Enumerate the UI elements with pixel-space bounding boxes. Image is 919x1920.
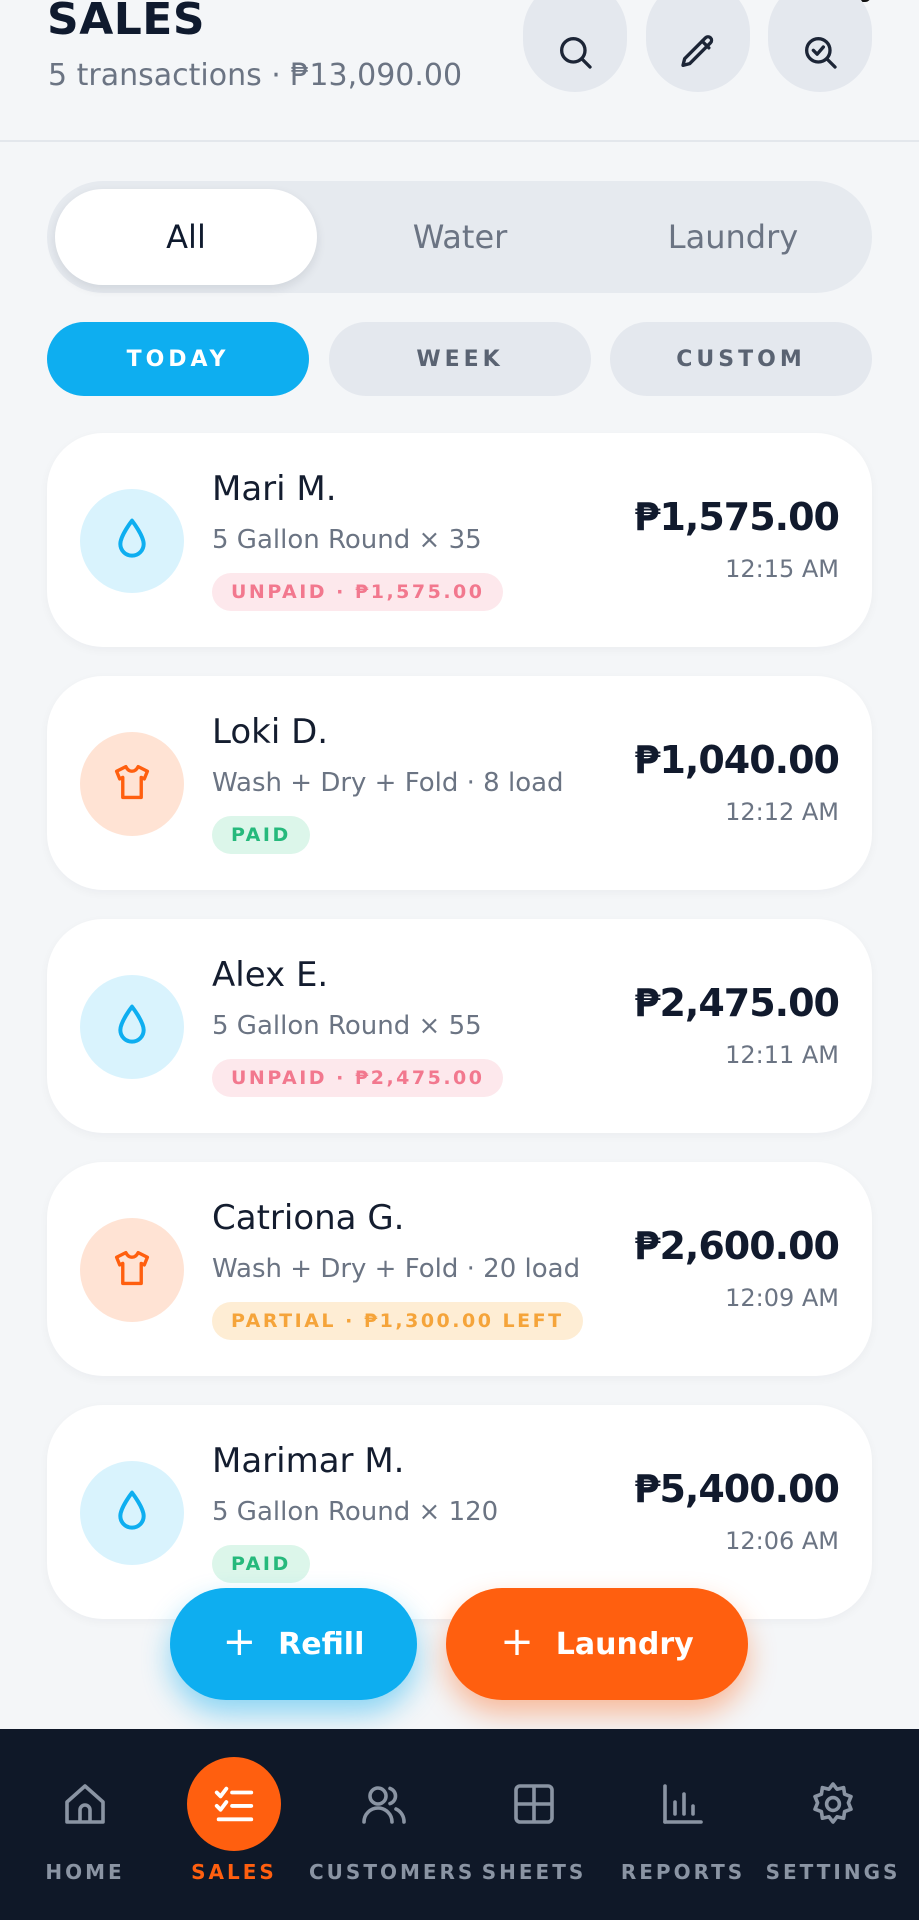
nav-home[interactable]: HOME — [10, 1729, 160, 1920]
customer-name: Catriona G. — [212, 1198, 405, 1238]
water-avatar — [80, 1461, 184, 1565]
transaction-card[interactable]: Alex E. 5 Gallon Round × 55 UNPAID · ₱2,… — [47, 919, 872, 1133]
transaction-time: 12:09 AM — [725, 1284, 839, 1312]
status-badge: UNPAID · ₱2,475.00 — [212, 1059, 504, 1097]
edit-button[interactable] — [646, 0, 750, 92]
add-laundry-button[interactable]: + Laundry — [446, 1588, 748, 1700]
add-refill-button[interactable]: + Refill — [170, 1588, 417, 1700]
order-detail: Wash + Dry + Fold · 20 load — [212, 1254, 581, 1284]
transaction-card[interactable]: Loki D. Wash + Dry + Fold · 8 load PAID … — [47, 676, 872, 890]
customer-name: Marimar M. — [212, 1441, 405, 1481]
transaction-time: 12:11 AM — [725, 1041, 839, 1069]
nav-label: REPORTS — [620, 1860, 746, 1884]
plus-icon: + — [222, 1619, 257, 1665]
nav-sheets[interactable]: SHEETS — [459, 1729, 609, 1920]
customer-name: Mari M. — [212, 469, 337, 509]
plus-icon: + — [500, 1619, 534, 1665]
category-tabs: All Water Laundry — [47, 181, 872, 293]
bar-chart-icon — [659, 1780, 707, 1828]
shirt-icon — [112, 760, 152, 808]
refill-label: Refill — [278, 1626, 365, 1662]
nav-customers[interactable]: CUSTOMERS — [309, 1729, 476, 1920]
checklist-icon — [187, 1757, 281, 1851]
order-detail: 5 Gallon Round × 35 — [212, 525, 482, 555]
water-drop-icon — [112, 1489, 152, 1537]
pencil-icon — [678, 0, 718, 76]
users-icon — [360, 1780, 408, 1828]
shirt-icon — [112, 1246, 152, 1294]
laundry-avatar — [80, 732, 184, 836]
transaction-time: 12:12 AM — [725, 798, 839, 826]
water-drop-icon — [112, 1003, 152, 1051]
search-check-icon — [800, 0, 840, 76]
water-avatar — [80, 975, 184, 1079]
customer-name: Loki D. — [212, 712, 329, 752]
filter-week[interactable]: WEEK — [329, 322, 591, 396]
search-button[interactable] — [523, 0, 627, 92]
tab-laundry[interactable]: Laundry — [602, 189, 864, 285]
transaction-time: 12:06 AM — [725, 1527, 839, 1555]
nav-label: HOME — [45, 1860, 125, 1884]
nav-reports[interactable]: REPORTS — [608, 1729, 758, 1920]
laundry-avatar — [80, 1218, 184, 1322]
transaction-card[interactable]: Mari M. 5 Gallon Round × 35 UNPAID · ₱1,… — [47, 433, 872, 647]
water-drop-icon — [112, 517, 152, 565]
search-check-button[interactable] — [768, 0, 872, 92]
nav-label: CUSTOMERS — [309, 1860, 476, 1884]
transaction-time: 12:15 AM — [725, 555, 839, 583]
home-icon — [61, 1780, 109, 1828]
order-detail: Wash + Dry + Fold · 8 load — [212, 768, 564, 798]
status-badge: PAID — [212, 816, 310, 854]
transaction-card[interactable]: Marimar M. 5 Gallon Round × 120 PAID ₱5,… — [47, 1405, 872, 1619]
transaction-amount: ₱1,040.00 — [634, 738, 840, 782]
order-detail: 5 Gallon Round × 55 — [212, 1011, 482, 1041]
order-detail: 5 Gallon Round × 120 — [212, 1497, 499, 1527]
header: SALES 5 transactions · ₱13,090.00 — [0, 0, 919, 142]
filter-today[interactable]: TODAY — [47, 322, 309, 396]
grid-icon — [510, 1780, 558, 1828]
transaction-card[interactable]: Catriona G. Wash + Dry + Fold · 20 load … — [47, 1162, 872, 1376]
gear-icon — [809, 1780, 857, 1828]
search-icon — [555, 0, 595, 76]
status-badge: UNPAID · ₱1,575.00 — [212, 573, 504, 611]
nav-label: SALES — [191, 1860, 277, 1884]
transactions-summary: 5 transactions · ₱13,090.00 — [48, 58, 463, 93]
page-title: SALES — [47, 0, 206, 45]
status-badge: PARTIAL · ₱1,300.00 LEFT — [212, 1302, 583, 1340]
nav-sales[interactable]: SALES — [159, 1729, 309, 1920]
filter-custom[interactable]: CUSTOM — [610, 322, 872, 396]
nav-label: SHEETS — [481, 1860, 587, 1884]
status-badge: PAID — [212, 1545, 310, 1583]
customer-name: Alex E. — [212, 955, 329, 995]
bottom-nav: HOME SALES CUSTOMERS SHEETS REPORTS SETT… — [0, 1729, 919, 1920]
transaction-amount: ₱2,475.00 — [634, 981, 840, 1025]
nav-settings[interactable]: SETTINGS — [758, 1729, 908, 1920]
laundry-label: Laundry — [555, 1626, 694, 1662]
tab-all[interactable]: All — [55, 189, 317, 285]
nav-label: SETTINGS — [765, 1860, 901, 1884]
transaction-amount: ₱1,575.00 — [634, 495, 840, 539]
transaction-amount: ₱2,600.00 — [634, 1224, 840, 1268]
transaction-amount: ₱5,400.00 — [634, 1467, 840, 1511]
water-avatar — [80, 489, 184, 593]
tab-water[interactable]: Water — [329, 189, 591, 285]
